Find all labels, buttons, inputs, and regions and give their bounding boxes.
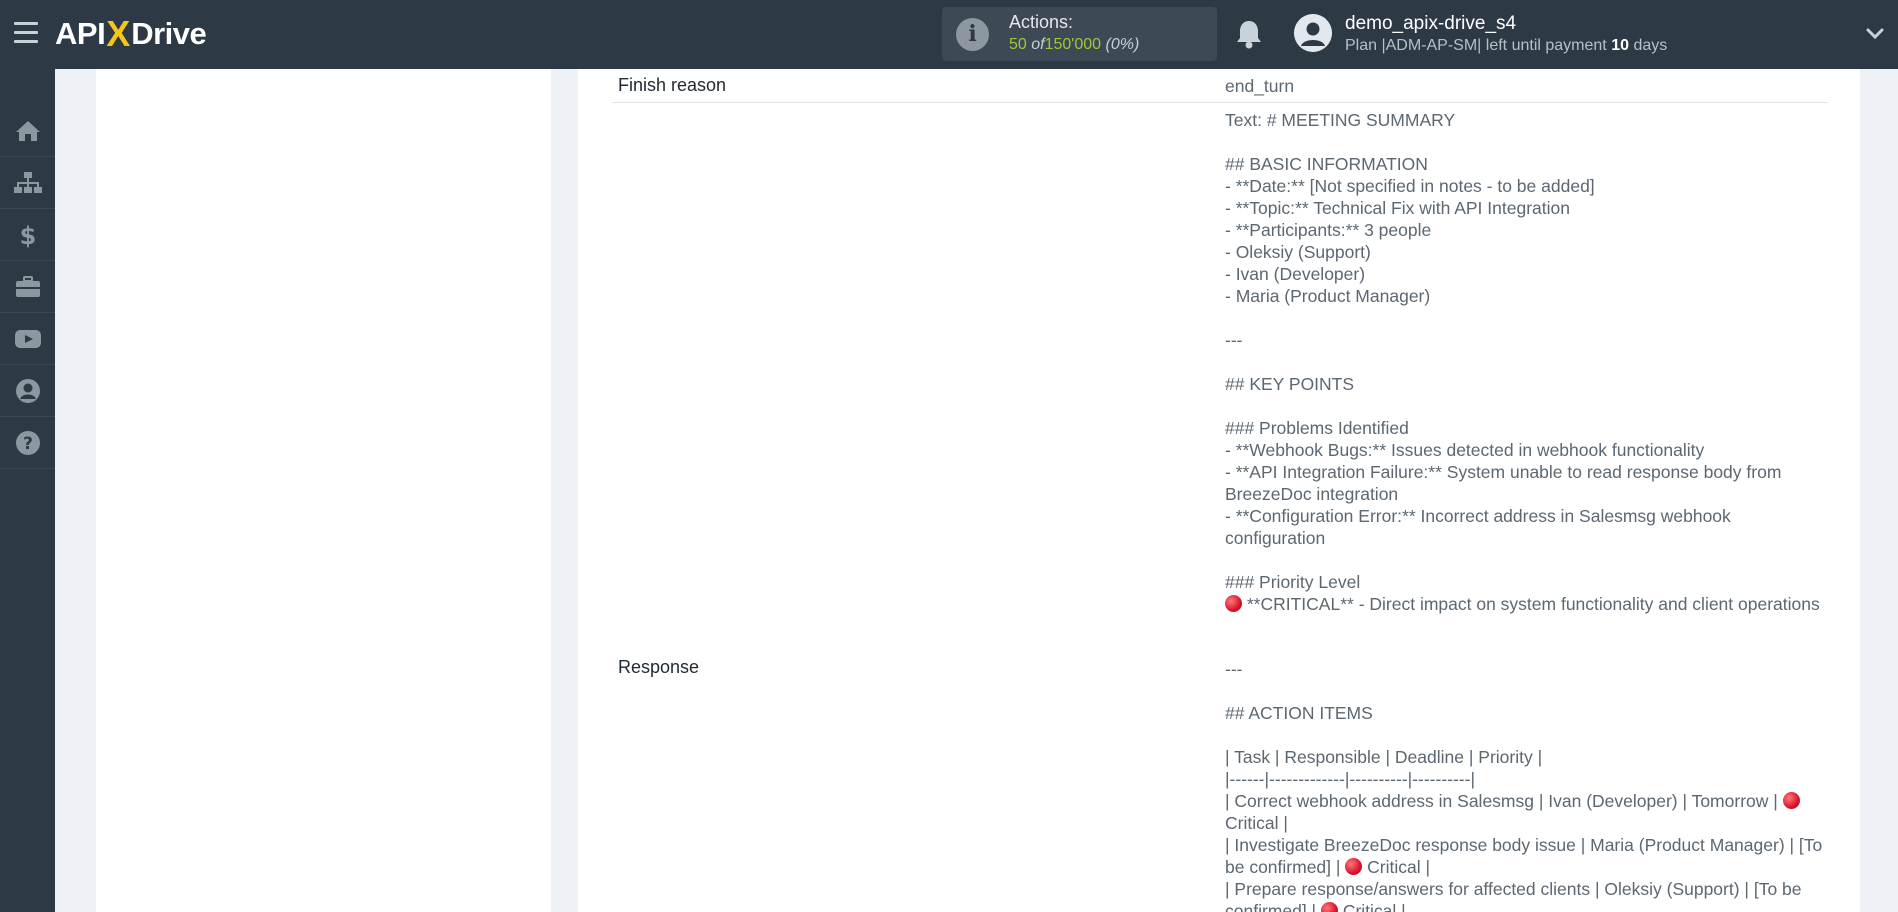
- actions-usage: 50 of150'000 (0%): [1009, 36, 1139, 54]
- sidebar-item-profile[interactable]: [0, 365, 55, 417]
- left-panel: [96, 69, 551, 912]
- youtube-icon: [14, 329, 41, 348]
- actions-counter[interactable]: i Actions: 50 of150'000 (0%): [942, 7, 1217, 61]
- user-circle-icon: [15, 378, 40, 403]
- sidebar-item-services[interactable]: [0, 261, 55, 313]
- actions-label: Actions:: [1009, 12, 1074, 32]
- home-icon: [15, 120, 40, 141]
- response-line1: --- ## ACTION ITEMS | Task | Responsible…: [1225, 659, 1778, 811]
- logo-drive: Drive: [131, 16, 207, 51]
- response-label: Response: [618, 657, 700, 677]
- critical-dot-icon: [1345, 858, 1363, 875]
- logo-api: API: [55, 16, 106, 51]
- sidebar-item-connections[interactable]: [0, 157, 55, 209]
- actions-used: 50: [1009, 36, 1027, 53]
- logo[interactable]: API X Drive: [55, 13, 207, 54]
- info-icon: i: [956, 18, 989, 51]
- logo-x: X: [106, 13, 131, 54]
- username[interactable]: demo_apix-drive_s4: [1345, 13, 1516, 35]
- sidebar: $ ?: [0, 69, 55, 912]
- chevron-down-icon[interactable]: [1865, 24, 1885, 44]
- finish-reason-value: end_turn: [1225, 76, 1295, 96]
- svg-text:?: ?: [23, 434, 33, 454]
- svg-text:$: $: [19, 222, 36, 248]
- response-value: --- ## ACTION ITEMS | Task | Responsible…: [1225, 658, 1835, 912]
- help-icon: ?: [15, 430, 40, 455]
- menu-icon[interactable]: [14, 22, 38, 44]
- sidebar-item-help[interactable]: ?: [0, 417, 55, 469]
- actions-of: of: [1031, 36, 1045, 53]
- sidebar-item-videos[interactable]: [0, 313, 55, 365]
- critical-dot-icon: [1225, 595, 1242, 612]
- plan-info: Plan |ADM-AP-SM| left until payment 10 d…: [1345, 37, 1667, 55]
- response-line3-end: Critical |: [1337, 901, 1406, 912]
- sitemap-icon: [13, 171, 42, 193]
- bell-icon[interactable]: [1234, 18, 1264, 50]
- sidebar-item-billing[interactable]: $: [0, 209, 55, 261]
- sidebar-item-home[interactable]: [0, 105, 55, 157]
- finish-reason-label: Finish reason: [618, 75, 727, 95]
- plan-days: 10: [1611, 37, 1629, 54]
- avatar[interactable]: [1294, 14, 1332, 52]
- actions-percent: (0%): [1105, 36, 1140, 53]
- text-value-main: Text: # MEETING SUMMARY ## BASIC INFORMA…: [1225, 110, 1782, 592]
- actions-total: 150'000: [1044, 36, 1102, 53]
- dollar-icon: $: [19, 222, 36, 248]
- text-value-critical: **CRITICAL** - Direct impact on system f…: [1242, 594, 1820, 614]
- response-details-panel: Finish reason end_turn Text: # MEETING S…: [578, 69, 1860, 912]
- plan-prefix: Plan |ADM-AP-SM| left until payment: [1345, 37, 1607, 54]
- critical-dot-icon: [1320, 902, 1338, 912]
- response-line3: | Prepare response/answers for affected …: [1225, 879, 1802, 912]
- top-bar: API X Drive i Actions: 50 of150'000 (0%)…: [0, 0, 1898, 69]
- briefcase-icon: [15, 275, 40, 297]
- row-divider: [612, 102, 1828, 103]
- response-line2-end: Critical |: [1362, 857, 1431, 877]
- text-value: Text: # MEETING SUMMARY ## BASIC INFORMA…: [1225, 109, 1835, 615]
- plan-days-suffix: days: [1633, 37, 1668, 54]
- critical-dot-icon: [1782, 792, 1800, 809]
- response-line2: | Investigate BreezeDoc response body is…: [1225, 835, 1823, 877]
